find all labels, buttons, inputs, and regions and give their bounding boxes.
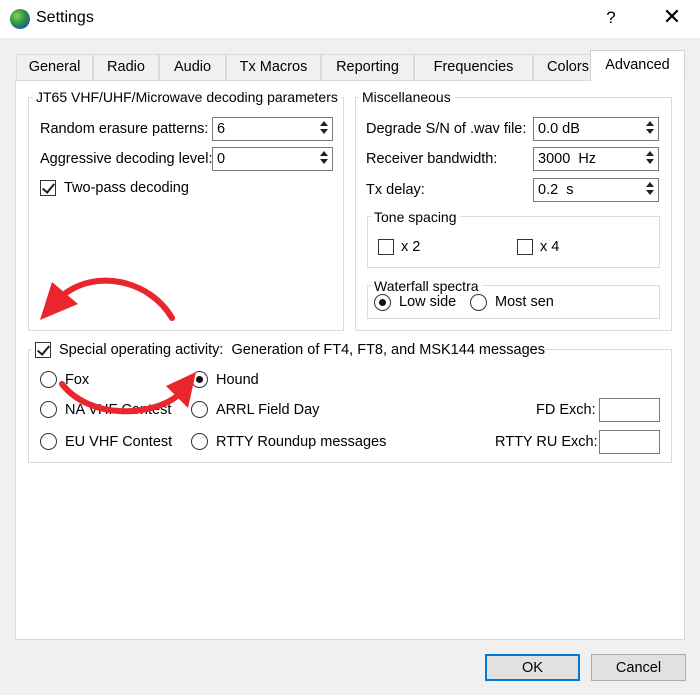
cancel-button[interactable]: Cancel xyxy=(591,654,686,681)
annotation-arrows xyxy=(40,277,196,415)
arrow-to-checkbox-icon xyxy=(59,277,175,321)
arrow-to-hound-icon xyxy=(59,381,185,415)
ok-button[interactable]: OK xyxy=(485,654,580,681)
tab-advanced[interactable]: Advanced xyxy=(590,50,685,81)
